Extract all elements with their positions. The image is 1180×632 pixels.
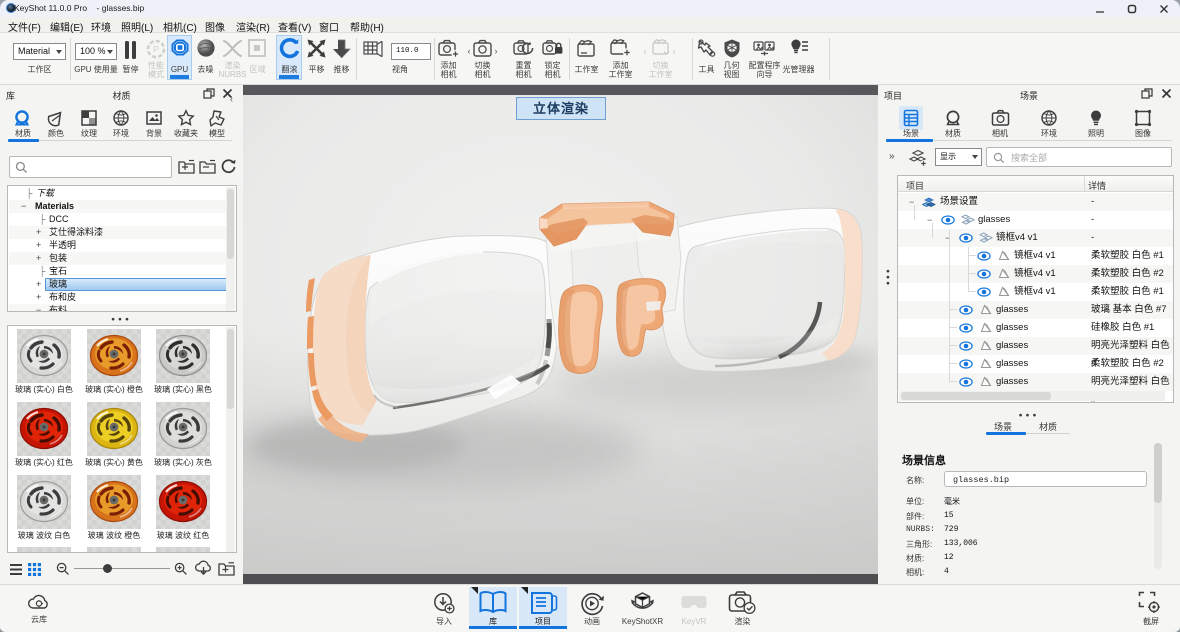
svg-text:P: P: [153, 45, 159, 55]
